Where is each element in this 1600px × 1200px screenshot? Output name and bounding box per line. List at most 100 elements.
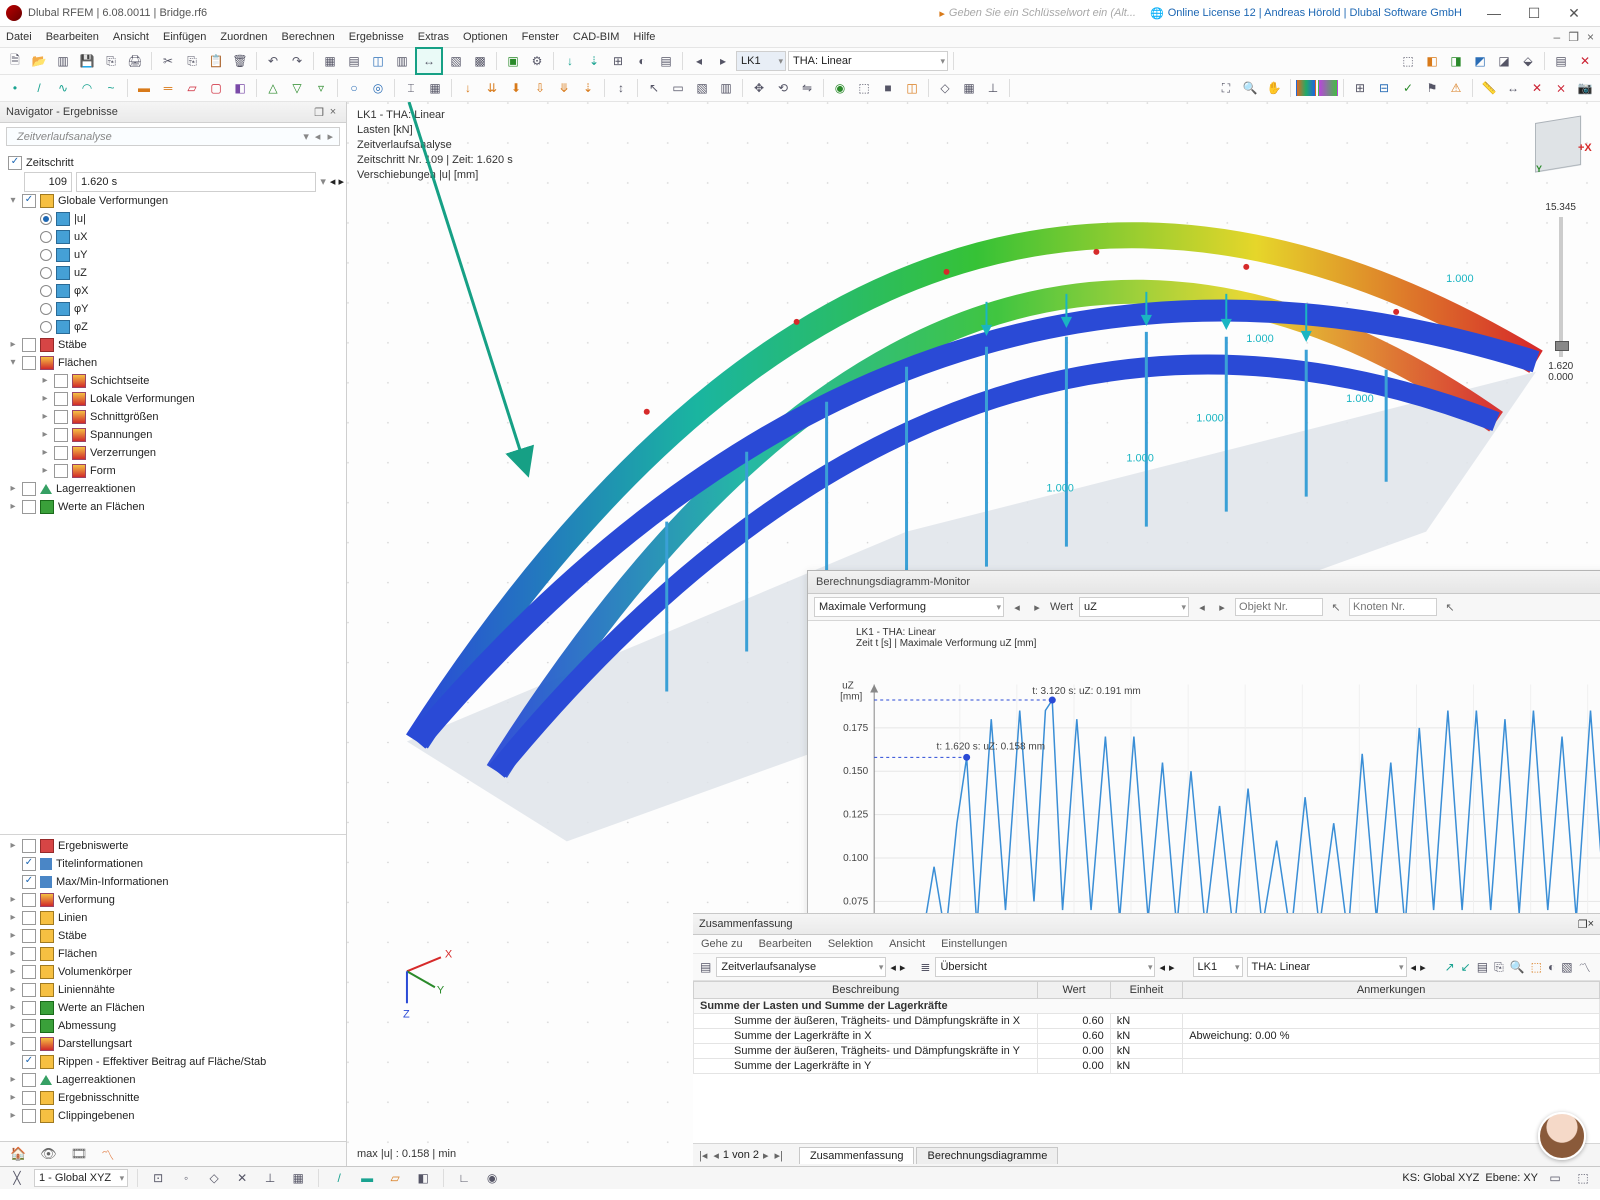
loadcase-select[interactable]: LK1	[736, 51, 786, 71]
blocks-icon[interactable]: ▥	[52, 50, 74, 72]
snap-mid-icon[interactable]: ◇	[203, 1167, 225, 1189]
pager-next-icon[interactable]: ▸	[761, 1149, 771, 1162]
solid-icon[interactable]: ◧	[229, 77, 251, 99]
monitor-objekt-input[interactable]	[1235, 598, 1323, 616]
navigator-analysis-select[interactable]: Zeitverlaufsanalyse ▾ ◂ ▸	[6, 127, 340, 146]
view-y-icon[interactable]: ◨	[1445, 50, 1467, 72]
radio-ux[interactable]	[40, 231, 52, 243]
sum-tool-4-icon[interactable]: ⎘	[1493, 956, 1505, 978]
results-toggle-icon[interactable]: ◐	[631, 50, 653, 72]
monitor-wert-prev[interactable]: ◂	[1195, 601, 1209, 614]
material-icon[interactable]: ▦	[424, 77, 446, 99]
menu-fenster[interactable]: Fenster	[522, 31, 559, 43]
spline-icon[interactable]: ~	[100, 77, 122, 99]
pan-icon[interactable]: ✋	[1263, 77, 1285, 99]
monitor-mode-prev[interactable]: ◂	[1010, 601, 1024, 614]
show-model-icon[interactable]: ◉	[829, 77, 851, 99]
results-table-icon[interactable]: ▤	[655, 50, 677, 72]
status-polar-icon[interactable]: ◉	[481, 1167, 503, 1189]
print-icon[interactable]: 🖨	[124, 50, 146, 72]
tree-collapse-icon[interactable]: ▾	[8, 192, 18, 210]
menu-datei[interactable]: Datei	[6, 31, 32, 43]
free-load-icon[interactable]: ⇣	[577, 77, 599, 99]
menu-einfuegen[interactable]: Einfügen	[163, 31, 206, 43]
sum-tool-1-icon[interactable]: ↗	[1444, 956, 1456, 978]
monitor-titlebar[interactable]: Berechnungsdiagramm-Monitor ▬	[808, 571, 1600, 594]
summary-close-icon[interactable]: ×	[1588, 918, 1594, 930]
check-icon[interactable]: ✓	[1397, 77, 1419, 99]
undo-icon[interactable]: ↶	[262, 50, 284, 72]
slider-thumb[interactable]	[1555, 341, 1569, 351]
view-cube[interactable]: +X Y	[1528, 114, 1588, 174]
radio-uz[interactable]	[40, 267, 52, 279]
diagram-monitor-button[interactable]: ↔	[415, 47, 443, 75]
view-z-icon[interactable]: ◩	[1469, 50, 1491, 72]
menu-zuordnen[interactable]: Zuordnen	[220, 31, 267, 43]
menu-berechnen[interactable]: Berechnen	[282, 31, 335, 43]
timestep-checkbox[interactable]	[8, 156, 22, 170]
status-surf-icon[interactable]: ▱	[384, 1167, 406, 1189]
timestep-time[interactable]: 1.620 s	[76, 172, 316, 192]
sel-pointer-icon[interactable]: ↖	[643, 77, 665, 99]
load-down-icon[interactable]: ⇣	[583, 50, 605, 72]
panel-console-icon[interactable]: ▩	[469, 50, 491, 72]
snap-opt-icon[interactable]: ⊡	[147, 1167, 169, 1189]
stabe-label[interactable]: Stäbe	[58, 336, 87, 354]
view-iso-icon[interactable]: ⬚	[1397, 50, 1419, 72]
nav-tab-chart-icon[interactable]: 〽	[101, 1145, 114, 1164]
pager-prev-icon[interactable]: ◂	[711, 1149, 721, 1162]
del-results-icon[interactable]: ⨯	[1550, 77, 1572, 99]
save-as-icon[interactable]: ⎘	[100, 50, 122, 72]
camera-icon[interactable]: 📷	[1574, 77, 1596, 99]
snap-grid-icon[interactable]: ▦	[287, 1167, 309, 1189]
ortho-icon[interactable]: ⊥	[982, 77, 1004, 99]
grid-icon[interactable]: ▦	[958, 77, 980, 99]
lc-next-icon[interactable]: ▸	[712, 50, 734, 72]
summary-table-icon[interactable]: ▤	[699, 956, 712, 978]
monitor-pick-knoten-icon[interactable]: ↖	[1443, 601, 1457, 614]
timestep-number[interactable]: 109	[24, 172, 72, 192]
section-icon[interactable]: ⌶	[400, 77, 422, 99]
view-persp-icon[interactable]: ◪	[1493, 50, 1515, 72]
tab-summary[interactable]: Zusammenfassung	[799, 1147, 915, 1164]
member-icon[interactable]: ▬	[133, 77, 155, 99]
nav-tab-film-icon[interactable]: 🎞	[71, 1146, 88, 1162]
mdi-minimize-icon[interactable]: –	[1554, 30, 1561, 44]
transparent-icon[interactable]: ◫	[901, 77, 923, 99]
sum-tool-7-icon[interactable]: ◐	[1547, 956, 1556, 978]
panel-results-icon[interactable]: ▧	[445, 50, 467, 72]
loads-icon[interactable]: ↓	[559, 50, 581, 72]
warn-icon[interactable]: ⚠	[1445, 77, 1467, 99]
summary-analysis-select[interactable]: Zeitverlaufsanalyse	[716, 957, 886, 977]
lc-prev-icon[interactable]: ◂	[688, 50, 710, 72]
tab-diagrams[interactable]: Berechnungsdiagramme	[916, 1147, 1058, 1164]
monitor-knoten-input[interactable]	[1349, 598, 1437, 616]
menu-hilfe[interactable]: Hilfe	[633, 31, 655, 43]
lager-label[interactable]: Lagerreaktionen	[56, 480, 136, 498]
pager-first-icon[interactable]: |◂	[697, 1149, 709, 1162]
measure-icon[interactable]: 📏	[1478, 77, 1500, 99]
delete-icon[interactable]: 🗑	[229, 50, 251, 72]
menu-optionen[interactable]: Optionen	[463, 31, 508, 43]
status-axes-icon[interactable]: ╳	[6, 1167, 28, 1189]
flachen-label[interactable]: Flächen	[58, 354, 97, 372]
menu-ergebnisse[interactable]: Ergebnisse	[349, 31, 404, 43]
sel-cross-icon[interactable]: ▧	[691, 77, 713, 99]
refine-icon[interactable]: ⊟	[1373, 77, 1395, 99]
sum-tool-8-icon[interactable]: ▧	[1560, 956, 1573, 978]
close-doc-icon[interactable]: ✕	[1574, 50, 1596, 72]
hinge-icon[interactable]: ○	[343, 77, 365, 99]
monitor-pick-obj-icon[interactable]: ↖	[1329, 601, 1343, 614]
maximize-button[interactable]: ☐	[1514, 5, 1554, 22]
time-slider[interactable]: 15.345 1.620 0.000	[1545, 202, 1576, 383]
save-icon[interactable]: 💾	[76, 50, 98, 72]
navigator-pin-icon[interactable]: ❐	[312, 106, 326, 119]
render-2-icon[interactable]	[1318, 80, 1338, 96]
panel-nav-icon[interactable]: ▦	[319, 50, 341, 72]
minimize-button[interactable]: —	[1474, 5, 1514, 21]
monitor-mode-next[interactable]: ▸	[1030, 601, 1044, 614]
radio-phiy[interactable]	[40, 303, 52, 315]
status-solid-icon[interactable]: ◧	[412, 1167, 434, 1189]
sel-filter-icon[interactable]: ▥	[715, 77, 737, 99]
status-3d-icon[interactable]: ⬚	[1572, 1167, 1594, 1189]
